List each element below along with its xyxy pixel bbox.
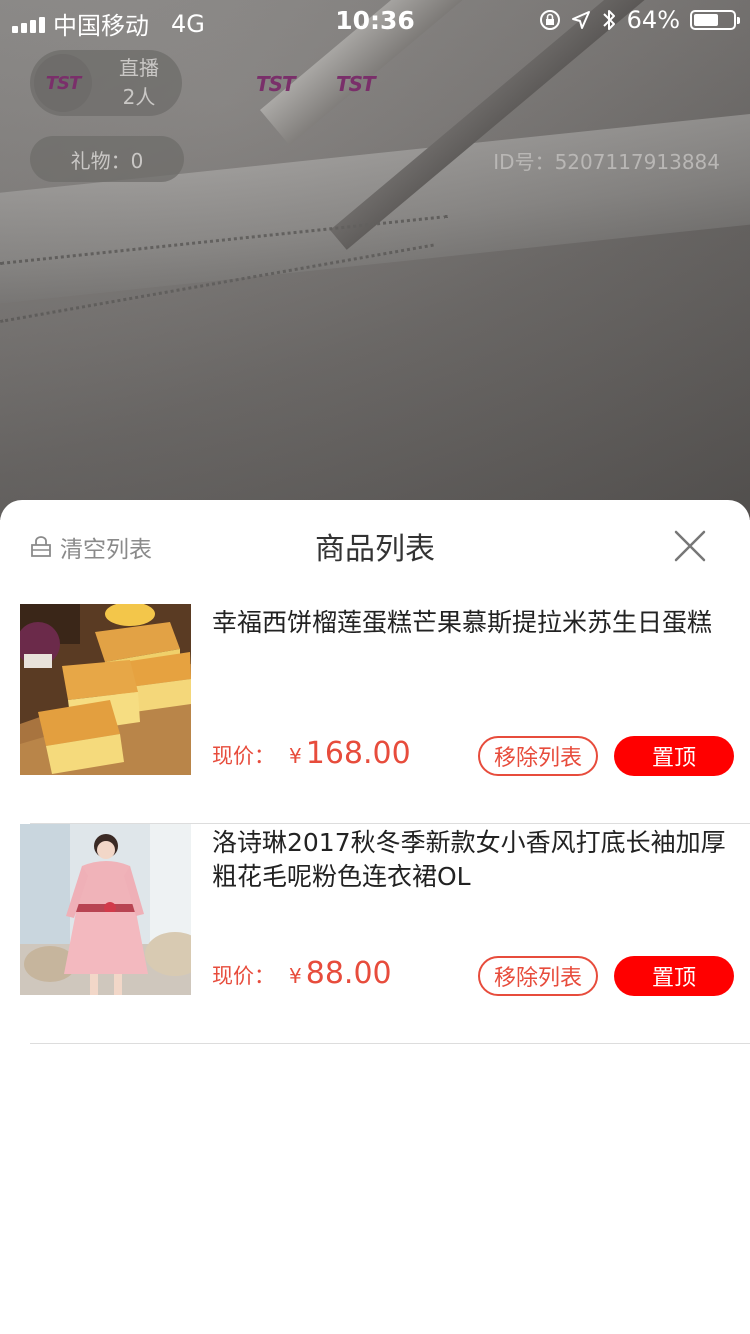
pin-to-top-button[interactable]: 置顶 — [614, 736, 734, 776]
cake-image — [20, 604, 191, 775]
viewer-avatar[interactable]: TST — [336, 72, 376, 96]
price-row: 现价： ¥ 168.00 — [212, 736, 411, 771]
price-value: 168.00 — [305, 736, 411, 771]
divider — [30, 1043, 750, 1044]
gift-count-pill[interactable]: 礼物：0 — [30, 136, 184, 182]
sheet-header: 清空列表 商品列表 — [0, 500, 750, 590]
remove-from-list-button[interactable]: 移除列表 — [478, 736, 598, 776]
price-value: 88.00 — [305, 956, 392, 991]
product-item[interactable]: 幸福西饼榴莲蛋糕芒果慕斯提拉米苏生日蛋糕 现价： ¥ 168.00 移除列表 置… — [0, 604, 750, 824]
pin-to-top-button[interactable]: 置顶 — [614, 956, 734, 996]
sheet-title: 商品列表 — [315, 532, 435, 567]
product-list: 幸福西饼榴莲蛋糕芒果慕斯提拉米苏生日蛋糕 现价： ¥ 168.00 移除列表 置… — [0, 604, 750, 1044]
battery-level — [694, 14, 718, 26]
live-status-label: 直播 — [119, 56, 159, 80]
price-label: 现价： — [212, 964, 275, 988]
bluetooth-icon — [602, 10, 615, 30]
close-icon[interactable] — [670, 526, 710, 566]
dress-image — [20, 824, 191, 995]
product-name[interactable]: 幸福西饼榴莲蛋糕芒果慕斯提拉米苏生日蛋糕 — [212, 606, 732, 640]
battery-icon — [690, 10, 740, 30]
product-name[interactable]: 洛诗琳2017秋冬季新款女小香风打底长袖加厚粗花毛呢粉色连衣裙OL — [212, 826, 732, 894]
room-id: ID号：5207117913884 — [493, 150, 720, 174]
rotation-lock-icon — [539, 10, 560, 30]
product-thumbnail[interactable] — [20, 824, 191, 995]
price-row: 现价： ¥ 88.00 — [212, 956, 392, 991]
remove-from-list-button[interactable]: 移除列表 — [478, 956, 598, 996]
viewer-avatar[interactable]: TST — [256, 72, 296, 96]
currency-symbol: ¥ — [289, 744, 302, 768]
location-arrow-icon — [571, 11, 590, 29]
battery-nub — [737, 17, 740, 24]
host-status: 直播 2人 — [100, 54, 178, 112]
currency-symbol: ¥ — [289, 964, 302, 988]
host-logo-text: TST — [45, 72, 82, 94]
price-label: 现价： — [212, 744, 275, 768]
product-list-sheet: 清空列表 商品列表 幸福西饼榴莲蛋糕芒果慕斯提拉米苏生日蛋糕 现价： ¥ 168… — [0, 500, 750, 1334]
host-info-pill[interactable]: TST 直播 2人 — [30, 50, 182, 116]
live-room-screen: 中国移动 4G 10:36 64% TST 直播 2人 TST TST 礼物：0… — [0, 0, 750, 1334]
host-avatar[interactable]: TST — [34, 54, 92, 112]
product-thumbnail[interactable] — [20, 604, 191, 775]
viewer-count: 2人 — [122, 85, 156, 109]
status-bar: 中国移动 4G 10:36 64% — [0, 0, 750, 40]
status-right: 64% — [539, 6, 740, 34]
product-item[interactable]: 洛诗琳2017秋冬季新款女小香风打底长袖加厚粗花毛呢粉色连衣裙OL 现价： ¥ … — [0, 824, 750, 1044]
battery-percent: 64% — [626, 6, 680, 34]
